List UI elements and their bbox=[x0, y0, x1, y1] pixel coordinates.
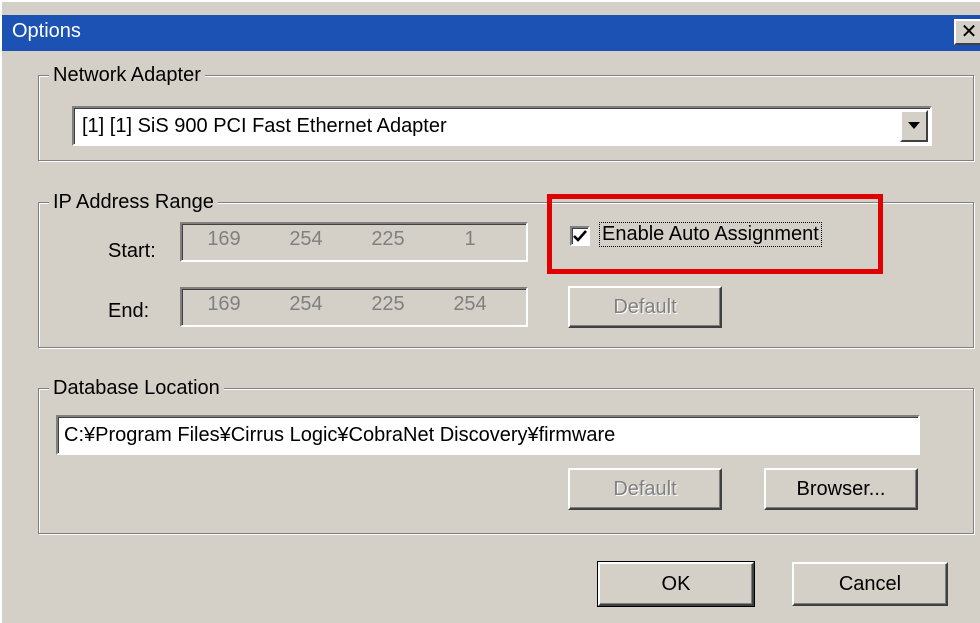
start-ip-field[interactable]: 169 254 225 1 bbox=[180, 222, 528, 262]
close-button[interactable]: ✕ bbox=[954, 19, 980, 45]
annotation-highlight bbox=[547, 194, 883, 274]
network-adapter-value: [1] [1] SiS 900 PCI Fast Ethernet Adapte… bbox=[82, 115, 447, 137]
browse-button[interactable]: Browser... bbox=[764, 468, 918, 510]
end-ip-field[interactable]: 169 254 225 254 bbox=[180, 287, 528, 327]
end-ip-octet-2: 254 bbox=[289, 293, 323, 315]
ok-button[interactable]: OK bbox=[597, 561, 755, 607]
window-title: Options bbox=[12, 20, 81, 42]
start-ip-octet-2: 254 bbox=[289, 228, 323, 250]
database-path-value: C:¥Program Files¥Cirrus Logic¥CobraNet D… bbox=[64, 424, 616, 446]
close-icon: ✕ bbox=[960, 21, 978, 43]
end-label: End: bbox=[108, 300, 150, 322]
cancel-button[interactable]: Cancel bbox=[792, 562, 948, 606]
start-ip-octet-1: 169 bbox=[207, 228, 241, 250]
network-adapter-select[interactable]: [1] [1] SiS 900 PCI Fast Ethernet Adapte… bbox=[72, 106, 932, 146]
ip-address-range-legend: IP Address Range bbox=[49, 189, 218, 215]
database-default-button[interactable]: Default bbox=[568, 468, 722, 510]
database-location-group: Database Location bbox=[38, 375, 974, 534]
network-adapter-legend: Network Adapter bbox=[49, 62, 205, 88]
end-ip-octet-3: 225 bbox=[371, 293, 405, 315]
start-ip-octet-3: 225 bbox=[371, 228, 405, 250]
ip-default-button[interactable]: Default bbox=[568, 286, 722, 328]
title-bar[interactable]: Options ✕ bbox=[2, 15, 980, 51]
start-label: Start: bbox=[108, 240, 156, 262]
chevron-down-icon[interactable] bbox=[900, 110, 928, 142]
end-ip-octet-4: 254 bbox=[453, 293, 487, 315]
start-ip-octet-4: 1 bbox=[464, 228, 476, 250]
end-ip-octet-1: 169 bbox=[207, 293, 241, 315]
database-location-legend: Database Location bbox=[49, 375, 224, 401]
options-dialog: Options ✕ Network Adapter [1] [1] SiS 90… bbox=[0, 0, 980, 623]
database-path-input[interactable]: C:¥Program Files¥Cirrus Logic¥CobraNet D… bbox=[56, 415, 920, 455]
